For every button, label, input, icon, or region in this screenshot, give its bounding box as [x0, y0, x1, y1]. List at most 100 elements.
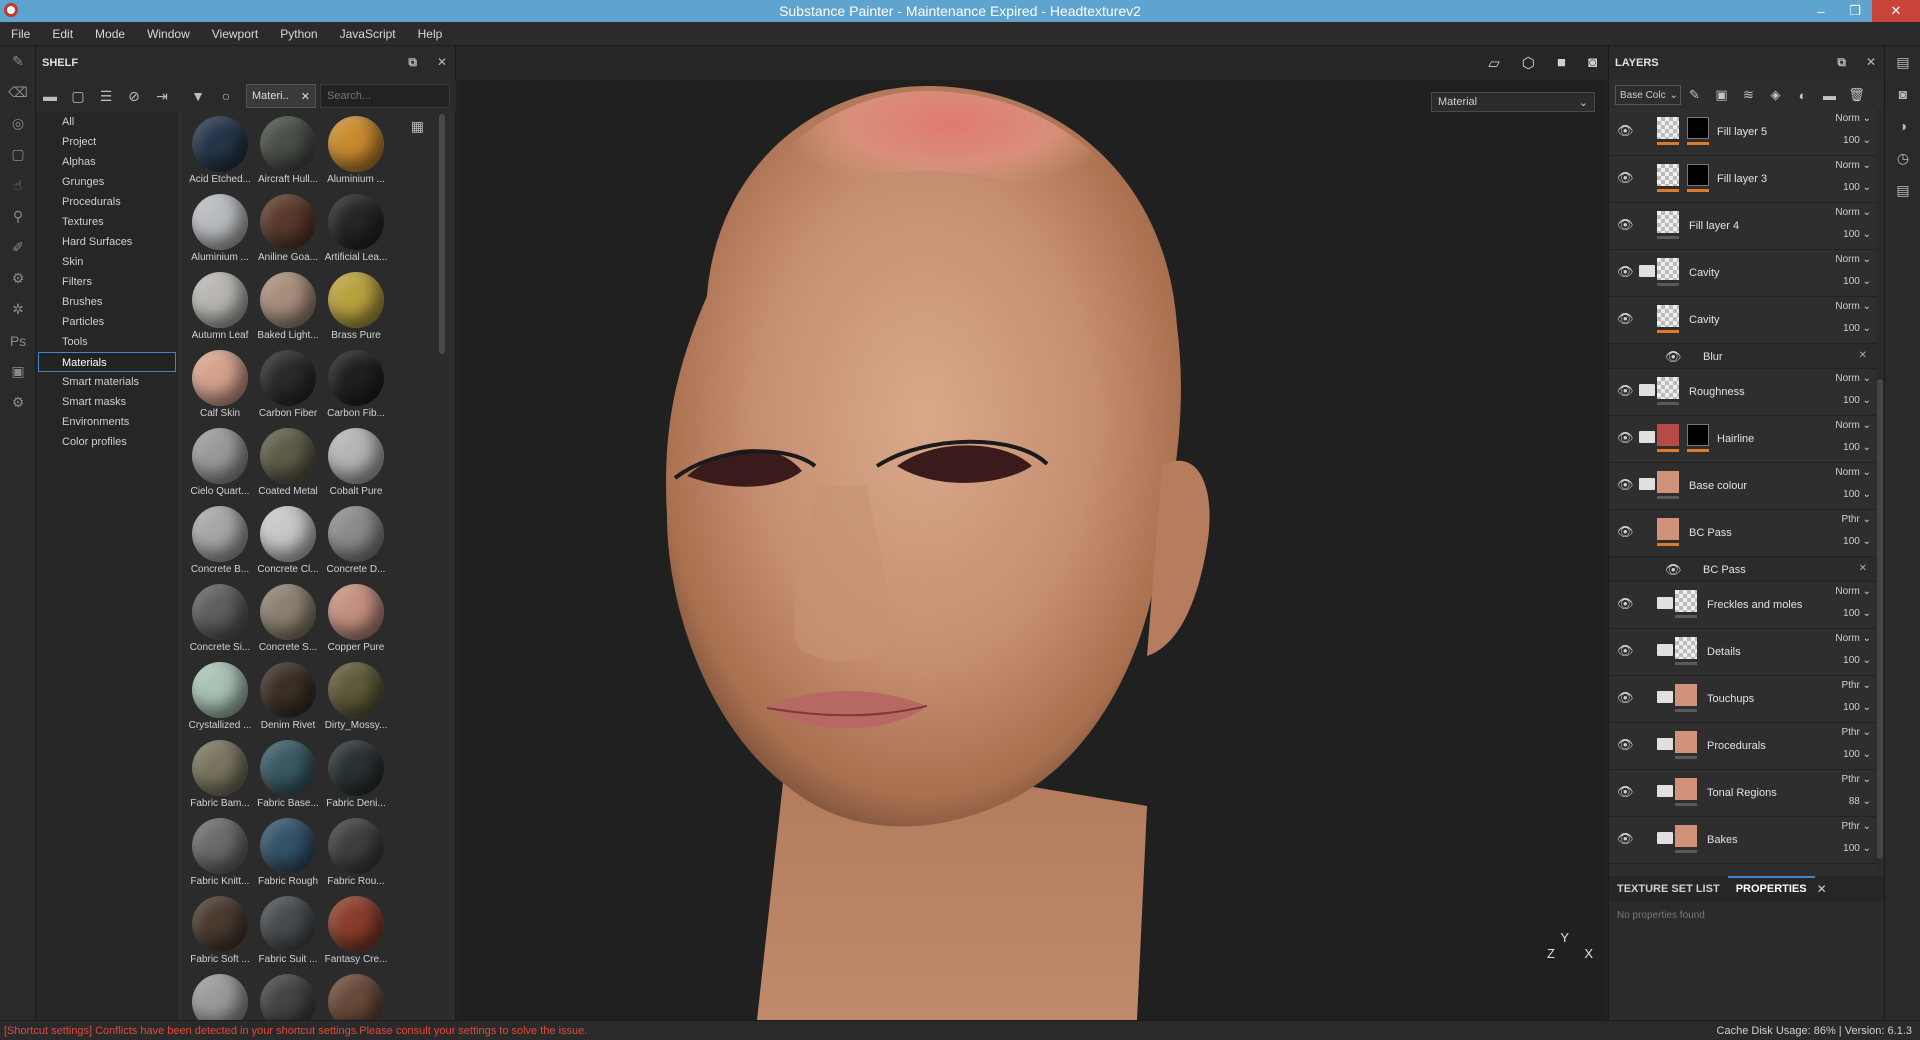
material-thumbnail[interactable]: Carbon Fib... [322, 346, 390, 424]
shortcut-warning[interactable]: [Shortcut settings] Conflicts have been … [4, 1025, 587, 1037]
layer-row[interactable]: 👁 Bakes Pthr ⌄ 100 ⌄ [1609, 817, 1877, 864]
visibility-eye-icon[interactable]: 👁 [1617, 831, 1634, 847]
channel-select[interactable]: Base Colc ⌄ [1615, 85, 1681, 105]
layer-effect-row[interactable]: 👁 BC Pass ✕ [1609, 557, 1877, 582]
blend-mode-select[interactable]: Pthr ⌄ [1841, 774, 1871, 785]
shelf-category-color-profiles[interactable]: Color profiles [36, 432, 178, 452]
blend-mode-select[interactable]: Pthr ⌄ [1841, 727, 1871, 738]
material-thumbnail[interactable]: Aluminium ... [186, 190, 254, 268]
layer-thumbnail[interactable] [1675, 825, 1697, 847]
opacity-select[interactable]: 100 ⌄ [1843, 323, 1871, 334]
menu-mode[interactable]: Mode [84, 27, 136, 41]
opacity-select[interactable]: 100 ⌄ [1843, 702, 1871, 713]
layer-row[interactable]: 👁 Base colour Norm ⌄ 100 ⌄ [1609, 463, 1877, 510]
layer-thumbnail[interactable] [1675, 684, 1697, 706]
layer-thumbnail[interactable] [1657, 305, 1679, 327]
shelf-category-grunges[interactable]: Grunges [36, 172, 178, 192]
opacity-select[interactable]: 100 ⌄ [1843, 135, 1871, 146]
history-icon[interactable]: ◷ [1885, 142, 1920, 174]
restore-button[interactable]: ❐ [1838, 0, 1872, 22]
add-layer-icon[interactable]: ≋ [1735, 87, 1762, 103]
material-thumbnail[interactable]: Copper Pure [322, 580, 390, 658]
layer-thumbnail[interactable] [1657, 211, 1679, 233]
layer-row[interactable]: 👁 Fill layer 3 Norm ⌄ 100 ⌄ [1609, 156, 1877, 203]
layer-mask-thumbnail[interactable] [1687, 424, 1709, 446]
layer-row[interactable]: 👁 Tonal Regions Pthr ⌄ 88 ⌄ [1609, 770, 1877, 817]
shelf-category-all[interactable]: All [36, 112, 178, 132]
settings-gear-icon[interactable]: ⚙ [0, 263, 36, 294]
add-mask-icon[interactable]: ▣ [1708, 87, 1735, 103]
menu-edit[interactable]: Edit [41, 27, 84, 41]
material-thumbnail[interactable]: Brass Pure [322, 268, 390, 346]
visibility-eye-icon[interactable]: 👁 [1665, 349, 1682, 365]
blend-mode-select[interactable]: Norm ⌄ [1835, 207, 1871, 218]
shelf-category-tools[interactable]: Tools [36, 332, 178, 352]
visibility-eye-icon[interactable]: 👁 [1617, 430, 1634, 446]
layer-thumbnail[interactable] [1675, 731, 1697, 753]
material-thumbnail[interactable]: Fabric Deni... [322, 736, 390, 814]
material-thumbnail[interactable]: Aircraft Hull... [254, 112, 322, 190]
blend-mode-select[interactable]: Norm ⌄ [1835, 301, 1871, 312]
material-thumbnail[interactable]: Fabric Soft ... [186, 892, 254, 970]
plugin-icon[interactable]: ⚙ [0, 387, 36, 418]
folder-icon[interactable] [1639, 431, 1655, 443]
opacity-select[interactable]: 100 ⌄ [1843, 536, 1871, 547]
folder-icon[interactable] [1639, 265, 1655, 277]
blend-mode-select[interactable]: Pthr ⌄ [1841, 821, 1871, 832]
material-thumbnail[interactable]: Cielo Quart... [186, 424, 254, 502]
visibility-eye-icon[interactable]: 👁 [1617, 596, 1634, 612]
folder-icon[interactable] [1657, 832, 1673, 844]
close-window-button[interactable]: ✕ [1872, 0, 1920, 22]
shader-settings-icon[interactable]: ◑ [1885, 110, 1920, 142]
remove-filter-icon[interactable]: ✕ [301, 90, 310, 103]
log-icon[interactable]: ▤ [1885, 174, 1920, 206]
layer-thumbnail[interactable] [1657, 424, 1679, 446]
opacity-select[interactable]: 100 ⌄ [1843, 655, 1871, 666]
folder-icon[interactable] [1639, 384, 1655, 396]
layer-row[interactable]: 👁 Procedurals Pthr ⌄ 100 ⌄ [1609, 723, 1877, 770]
opacity-select[interactable]: 88 ⌄ [1849, 796, 1871, 807]
shelf-category-project[interactable]: Project [36, 132, 178, 152]
material-thumbnail[interactable]: Autumn Leaf [186, 268, 254, 346]
blend-mode-select[interactable]: Norm ⌄ [1835, 586, 1871, 597]
export-icon[interactable]: ▣ [0, 356, 36, 387]
opacity-select[interactable]: 100 ⌄ [1843, 608, 1871, 619]
shelf-category-hard-surfaces[interactable]: Hard Surfaces [36, 232, 178, 252]
bake-icon[interactable]: ✲ [0, 294, 36, 325]
visibility-eye-icon[interactable]: 👁 [1617, 690, 1634, 706]
layer-row[interactable]: 👁 Touchups Pthr ⌄ 100 ⌄ [1609, 676, 1877, 723]
material-thumbnail[interactable]: Denim Rivet [254, 658, 322, 736]
shelf-category-skin[interactable]: Skin [36, 252, 178, 272]
menu-viewport[interactable]: Viewport [201, 27, 269, 41]
scrollbar-thumb[interactable] [439, 114, 445, 354]
opacity-select[interactable]: 100 ⌄ [1843, 276, 1871, 287]
layer-mask-thumbnail[interactable] [1687, 117, 1709, 139]
blend-mode-select[interactable]: Pthr ⌄ [1841, 680, 1871, 691]
material-thumbnail[interactable]: Fabric Base... [254, 736, 322, 814]
circle-toggle-icon[interactable]: ○ [212, 84, 240, 108]
visibility-eye-icon[interactable]: 👁 [1617, 123, 1634, 139]
layer-row[interactable]: 👁 Cavity Norm ⌄ 100 ⌄ [1609, 297, 1877, 344]
layer-thumbnail[interactable] [1657, 258, 1679, 280]
folder-icon[interactable]: ▬ [36, 84, 64, 108]
shelf-category-smart-materials[interactable]: Smart materials [36, 372, 178, 392]
layer-row[interactable]: 👁 Details Norm ⌄ 100 ⌄ [1609, 629, 1877, 676]
material-thumbnail[interactable]: Fabric Rough [254, 814, 322, 892]
add-fill-layer-icon[interactable]: ◈ [1762, 87, 1789, 103]
folder-icon[interactable] [1657, 644, 1673, 656]
layer-thumbnail[interactable] [1675, 637, 1697, 659]
eraser-icon[interactable]: ⌫ [0, 77, 36, 108]
shelf-scrollbar[interactable] [438, 112, 446, 1020]
new-resource-icon[interactable]: ▢ [64, 84, 92, 108]
display-settings-icon[interactable]: ◙ [1885, 78, 1920, 110]
shelf-category-brushes[interactable]: Brushes [36, 292, 178, 312]
menu-javascript[interactable]: JavaScript [329, 27, 407, 41]
shelf-category-particles[interactable]: Particles [36, 312, 178, 332]
opacity-select[interactable]: 100 ⌄ [1843, 229, 1871, 240]
material-thumbnail[interactable]: Aluminium ... [322, 112, 390, 190]
tab-properties[interactable]: PROPERTIES [1727, 876, 1815, 902]
paint-brush-icon[interactable]: ✎ [0, 46, 36, 77]
shelf-category-textures[interactable]: Textures [36, 212, 178, 232]
photoshop-export-icon[interactable]: Ps [0, 325, 36, 356]
color-picker-icon[interactable]: ✐ [0, 232, 36, 263]
